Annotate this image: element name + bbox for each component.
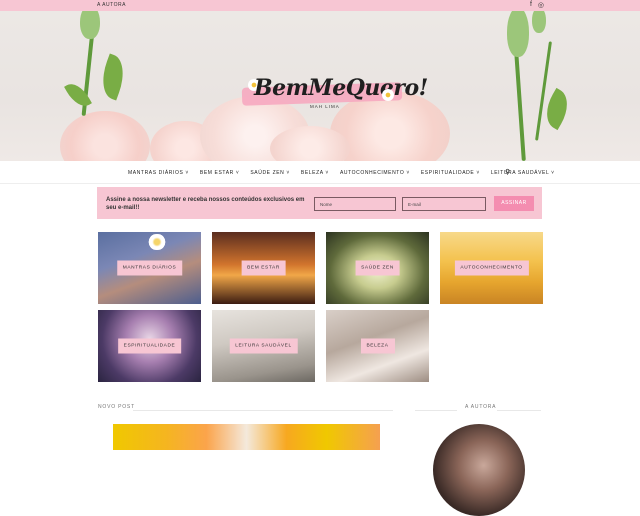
newsletter-text: Assine a nossa newsletter e receba nosso… [106, 197, 305, 211]
category-tile-leitura[interactable]: LEITURA SAUDÁVEL [212, 310, 315, 382]
category-tile-espiritualidade[interactable]: ESPIRITUALIDADE [98, 310, 201, 382]
nav-item-espiritualidade[interactable]: ESPIRITUALIDADE ˅ [421, 170, 480, 176]
nav-item-beleza[interactable]: BELEZA ˅ [301, 170, 329, 176]
leaf-left [95, 53, 131, 101]
nav-item-leitura[interactable]: LEITURA SAUDÁVEL ˅ [491, 170, 555, 176]
flower-decor [146, 234, 168, 250]
category-tile-bem-estar[interactable]: BEM ESTAR [212, 232, 315, 304]
divider [415, 410, 457, 411]
site-logo[interactable]: BemMeQuero! MAH LIMA [236, 73, 428, 113]
author-link[interactable]: A AUTORA [97, 2, 126, 8]
category-label: ESPIRITUALIDADE [117, 338, 182, 354]
daisy-icon-right [382, 89, 394, 101]
category-tile-saude-zen[interactable]: SAÚDE ZEN [326, 232, 429, 304]
category-label: MANTRAS DIÁRIOS [116, 260, 183, 276]
category-label: SAÚDE ZEN [355, 260, 400, 276]
section-heading-author: A AUTORA [465, 404, 497, 410]
social-links: f ◎ [530, 1, 544, 9]
category-label: AUTOCONHECIMENTO [454, 260, 529, 276]
category-tile-mantras[interactable]: MANTRAS DIÁRIOS [98, 232, 201, 304]
subscribe-button[interactable]: ASSINAR [494, 196, 534, 211]
nav-item-mantras[interactable]: MANTRAS DIÁRIOS ˅ [128, 170, 189, 176]
divider [133, 410, 393, 411]
latest-post-image[interactable] [113, 424, 380, 450]
category-tile-autoconhecimento[interactable]: AUTOCONHECIMENTO [440, 232, 543, 304]
name-input[interactable]: Nome [314, 197, 396, 211]
logo-subtitle: MAH LIMA [310, 104, 340, 109]
instagram-icon[interactable]: ◎ [538, 1, 544, 9]
top-bar: A AUTORA f ◎ [0, 0, 640, 11]
tulip-bud-right-2 [532, 11, 546, 33]
tulip-stem-right [514, 50, 526, 161]
search-icon[interactable]: ⚲ [505, 168, 510, 176]
logo-title: BemMeQuero! [254, 75, 428, 101]
section-heading-latest: NOVO POST [98, 404, 135, 410]
nav-item-saude-zen[interactable]: SAÚDE ZEN ˅ [250, 170, 290, 176]
category-tile-beleza[interactable]: BELEZA [326, 310, 429, 382]
rose-left [60, 111, 150, 161]
category-label: LEITURA SAUDÁVEL [229, 338, 298, 354]
nav-item-bem-estar[interactable]: BEM ESTAR ˅ [200, 170, 239, 176]
nav-items: MANTRAS DIÁRIOS ˅ BEM ESTAR ˅ SAÚDE ZEN … [128, 170, 555, 176]
tulip-bud-left [80, 11, 100, 39]
divider [497, 410, 541, 411]
hero-banner: BemMeQuero! MAH LIMA [0, 11, 640, 161]
category-label: BELEZA [360, 338, 395, 354]
category-label: BEM ESTAR [241, 260, 286, 276]
nav-item-autoconhecimento[interactable]: AUTOCONHECIMENTO ˅ [340, 170, 410, 176]
facebook-icon[interactable]: f [530, 1, 532, 9]
email-input[interactable]: E-mail [402, 197, 486, 211]
author-avatar[interactable] [433, 424, 525, 516]
main-nav: MANTRAS DIÁRIOS ˅ BEM ESTAR ˅ SAÚDE ZEN … [0, 162, 640, 184]
tulip-bud-right [507, 11, 529, 57]
newsletter-box: Assine a nossa newsletter e receba nosso… [97, 187, 542, 219]
tulip-stem-right-2 [535, 41, 552, 141]
